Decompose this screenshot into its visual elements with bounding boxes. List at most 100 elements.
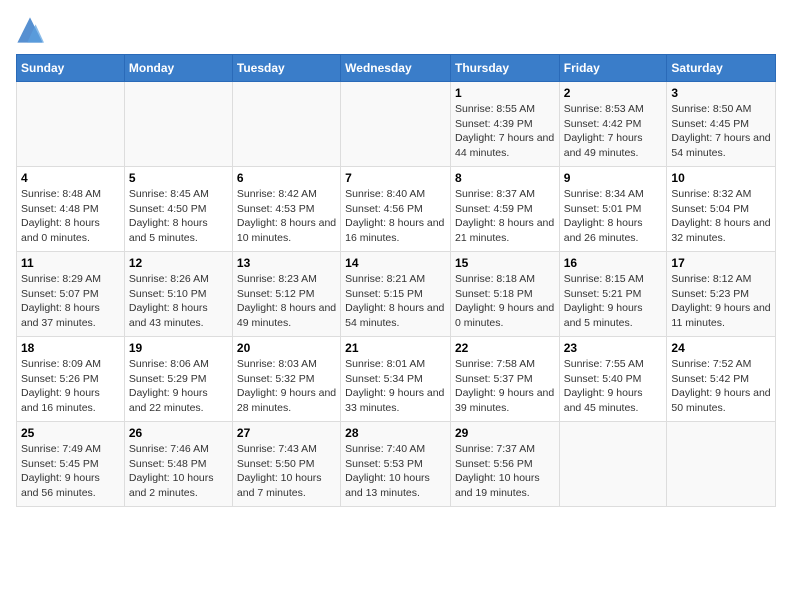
calendar-cell: 3 Sunrise: 8:50 AM Sunset: 4:45 PM Daylig… [667, 82, 776, 167]
calendar-cell [559, 422, 667, 507]
day-number: 25 [21, 426, 120, 440]
day-info: Sunrise: 7:49 AM Sunset: 5:45 PM Dayligh… [21, 442, 120, 501]
day-number: 26 [129, 426, 228, 440]
calendar-cell: 16 Sunrise: 8:15 AM Sunset: 5:21 PM Dayli… [559, 252, 667, 337]
day-number: 7 [345, 171, 446, 185]
day-info: Sunrise: 8:18 AM Sunset: 5:18 PM Dayligh… [455, 272, 555, 331]
day-number: 14 [345, 256, 446, 270]
day-number: 17 [671, 256, 771, 270]
day-number: 11 [21, 256, 120, 270]
day-info: Sunrise: 7:58 AM Sunset: 5:37 PM Dayligh… [455, 357, 555, 416]
logo [16, 16, 48, 44]
day-info: Sunrise: 8:53 AM Sunset: 4:42 PM Dayligh… [564, 102, 663, 161]
page-header [16, 16, 776, 44]
day-info: Sunrise: 7:55 AM Sunset: 5:40 PM Dayligh… [564, 357, 663, 416]
day-number: 16 [564, 256, 663, 270]
calendar-cell: 2 Sunrise: 8:53 AM Sunset: 4:42 PM Daylig… [559, 82, 667, 167]
day-info: Sunrise: 8:12 AM Sunset: 5:23 PM Dayligh… [671, 272, 771, 331]
day-number: 10 [671, 171, 771, 185]
day-info: Sunrise: 8:55 AM Sunset: 4:39 PM Dayligh… [455, 102, 555, 161]
day-number: 4 [21, 171, 120, 185]
day-info: Sunrise: 8:01 AM Sunset: 5:34 PM Dayligh… [345, 357, 446, 416]
day-info: Sunrise: 7:46 AM Sunset: 5:48 PM Dayligh… [129, 442, 228, 501]
day-number: 6 [237, 171, 336, 185]
header-day-monday: Monday [124, 55, 232, 82]
calendar-cell: 11 Sunrise: 8:29 AM Sunset: 5:07 PM Dayli… [17, 252, 125, 337]
day-info: Sunrise: 8:32 AM Sunset: 5:04 PM Dayligh… [671, 187, 771, 246]
day-info: Sunrise: 8:34 AM Sunset: 5:01 PM Dayligh… [564, 187, 663, 246]
day-number: 8 [455, 171, 555, 185]
week-row-3: 11 Sunrise: 8:29 AM Sunset: 5:07 PM Dayli… [17, 252, 776, 337]
calendar-cell [667, 422, 776, 507]
day-info: Sunrise: 7:40 AM Sunset: 5:53 PM Dayligh… [345, 442, 446, 501]
calendar-cell [341, 82, 451, 167]
day-number: 20 [237, 341, 336, 355]
calendar-cell: 14 Sunrise: 8:21 AM Sunset: 5:15 PM Dayli… [341, 252, 451, 337]
calendar-cell: 12 Sunrise: 8:26 AM Sunset: 5:10 PM Dayli… [124, 252, 232, 337]
day-number: 29 [455, 426, 555, 440]
calendar-cell: 1 Sunrise: 8:55 AM Sunset: 4:39 PM Daylig… [450, 82, 559, 167]
calendar-cell: 25 Sunrise: 7:49 AM Sunset: 5:45 PM Dayli… [17, 422, 125, 507]
day-info: Sunrise: 8:37 AM Sunset: 4:59 PM Dayligh… [455, 187, 555, 246]
day-info: Sunrise: 7:52 AM Sunset: 5:42 PM Dayligh… [671, 357, 771, 416]
header-day-thursday: Thursday [450, 55, 559, 82]
day-info: Sunrise: 7:37 AM Sunset: 5:56 PM Dayligh… [455, 442, 555, 501]
calendar-cell: 21 Sunrise: 8:01 AM Sunset: 5:34 PM Dayli… [341, 337, 451, 422]
day-info: Sunrise: 8:21 AM Sunset: 5:15 PM Dayligh… [345, 272, 446, 331]
calendar-cell: 6 Sunrise: 8:42 AM Sunset: 4:53 PM Daylig… [232, 167, 340, 252]
calendar-cell: 18Sunrise: 8:09 AM Sunset: 5:26 PM Dayli… [17, 337, 125, 422]
header-day-friday: Friday [559, 55, 667, 82]
calendar-cell: 5Sunrise: 8:45 AM Sunset: 4:50 PM Daylig… [124, 167, 232, 252]
day-info: Sunrise: 8:42 AM Sunset: 4:53 PM Dayligh… [237, 187, 336, 246]
day-info: Sunrise: 8:29 AM Sunset: 5:07 PM Dayligh… [21, 272, 120, 331]
week-row-2: 4Sunrise: 8:48 AM Sunset: 4:48 PM Daylig… [17, 167, 776, 252]
calendar-cell: 29 Sunrise: 7:37 AM Sunset: 5:56 PM Dayli… [450, 422, 559, 507]
day-info: Sunrise: 8:15 AM Sunset: 5:21 PM Dayligh… [564, 272, 663, 331]
calendar-cell [17, 82, 125, 167]
day-info: Sunrise: 8:26 AM Sunset: 5:10 PM Dayligh… [129, 272, 228, 331]
calendar-cell: 8 Sunrise: 8:37 AM Sunset: 4:59 PM Daylig… [450, 167, 559, 252]
day-number: 5 [129, 171, 228, 185]
calendar-cell: 23 Sunrise: 7:55 AM Sunset: 5:40 PM Dayli… [559, 337, 667, 422]
day-info: Sunrise: 8:03 AM Sunset: 5:32 PM Dayligh… [237, 357, 336, 416]
header-day-wednesday: Wednesday [341, 55, 451, 82]
day-number: 27 [237, 426, 336, 440]
calendar-cell: 20 Sunrise: 8:03 AM Sunset: 5:32 PM Dayli… [232, 337, 340, 422]
day-info: Sunrise: 8:50 AM Sunset: 4:45 PM Dayligh… [671, 102, 771, 161]
calendar-cell: 13 Sunrise: 8:23 AM Sunset: 5:12 PM Dayli… [232, 252, 340, 337]
calendar-cell: 7 Sunrise: 8:40 AM Sunset: 4:56 PM Daylig… [341, 167, 451, 252]
day-number: 28 [345, 426, 446, 440]
day-number: 22 [455, 341, 555, 355]
day-info: Sunrise: 8:40 AM Sunset: 4:56 PM Dayligh… [345, 187, 446, 246]
calendar-cell: 17 Sunrise: 8:12 AM Sunset: 5:23 PM Dayli… [667, 252, 776, 337]
calendar-cell: 9 Sunrise: 8:34 AM Sunset: 5:01 PM Daylig… [559, 167, 667, 252]
day-number: 19 [129, 341, 228, 355]
day-info: Sunrise: 8:23 AM Sunset: 5:12 PM Dayligh… [237, 272, 336, 331]
calendar-cell: 19 Sunrise: 8:06 AM Sunset: 5:29 PM Dayli… [124, 337, 232, 422]
day-number: 12 [129, 256, 228, 270]
calendar-cell: 24Sunrise: 7:52 AM Sunset: 5:42 PM Dayli… [667, 337, 776, 422]
day-number: 9 [564, 171, 663, 185]
calendar-cell: 10 Sunrise: 8:32 AM Sunset: 5:04 PM Dayli… [667, 167, 776, 252]
calendar-cell: 4Sunrise: 8:48 AM Sunset: 4:48 PM Daylig… [17, 167, 125, 252]
day-number: 21 [345, 341, 446, 355]
day-number: 1 [455, 86, 555, 100]
day-number: 13 [237, 256, 336, 270]
week-row-4: 18Sunrise: 8:09 AM Sunset: 5:26 PM Dayli… [17, 337, 776, 422]
header-day-saturday: Saturday [667, 55, 776, 82]
day-info: Sunrise: 8:09 AM Sunset: 5:26 PM Dayligh… [21, 357, 120, 416]
calendar-header-row: SundayMondayTuesdayWednesdayThursdayFrid… [17, 55, 776, 82]
calendar-cell: 22 Sunrise: 7:58 AM Sunset: 5:37 PM Dayli… [450, 337, 559, 422]
day-number: 23 [564, 341, 663, 355]
week-row-5: 25 Sunrise: 7:49 AM Sunset: 5:45 PM Dayli… [17, 422, 776, 507]
day-info: Sunrise: 7:43 AM Sunset: 5:50 PM Dayligh… [237, 442, 336, 501]
header-day-tuesday: Tuesday [232, 55, 340, 82]
day-info: Sunrise: 8:06 AM Sunset: 5:29 PM Dayligh… [129, 357, 228, 416]
week-row-1: 1 Sunrise: 8:55 AM Sunset: 4:39 PM Daylig… [17, 82, 776, 167]
day-number: 2 [564, 86, 663, 100]
calendar-cell [124, 82, 232, 167]
day-number: 15 [455, 256, 555, 270]
calendar-cell: 28 Sunrise: 7:40 AM Sunset: 5:53 PM Dayli… [341, 422, 451, 507]
calendar-cell: 27 Sunrise: 7:43 AM Sunset: 5:50 PM Dayli… [232, 422, 340, 507]
day-number: 3 [671, 86, 771, 100]
